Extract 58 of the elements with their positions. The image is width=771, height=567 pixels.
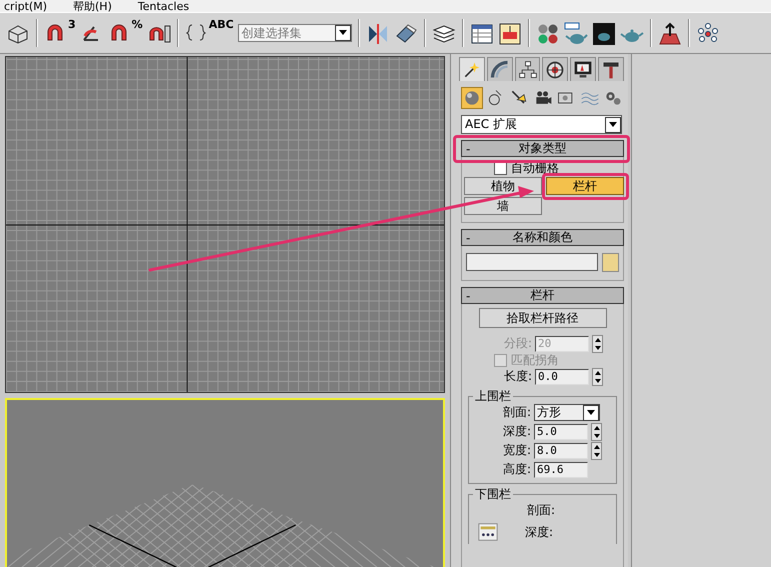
panel-tab[interactable]	[542, 57, 568, 81]
table-icon	[470, 22, 494, 46]
caret-icon	[609, 122, 617, 128]
menu-item[interactable]: Tentacles	[138, 2, 190, 12]
spinner[interactable]	[592, 334, 603, 352]
menu-item[interactable]: 帮助(H)	[73, 2, 112, 12]
name-field[interactable]	[466, 253, 598, 271]
rollout-header[interactable]: - 栏杆	[461, 287, 624, 304]
caret-icon	[587, 410, 595, 416]
field-label: 深度:	[502, 423, 531, 440]
caret-icon	[338, 30, 347, 36]
menu-item[interactable]: cript(M)	[4, 2, 47, 12]
field-label: 宽度:	[502, 442, 531, 459]
object-type-button[interactable]: 植物	[464, 177, 542, 195]
teapot-icon	[564, 22, 588, 46]
field-label: 分段:	[502, 335, 532, 352]
object-type-button[interactable]: 墙	[464, 197, 542, 215]
checkbox-label: 匹配拐角	[511, 352, 559, 368]
field-label: 剖面:	[526, 502, 555, 519]
hierarchy-icon	[518, 60, 538, 80]
selection-set-dropdown[interactable]: 创建选择集	[238, 24, 352, 42]
number-field[interactable]: 8.0	[534, 442, 588, 458]
toolbar-button[interactable]: ABC	[184, 19, 234, 47]
number-field[interactable]: 5.0	[534, 424, 588, 440]
panel-tab[interactable]	[514, 57, 540, 81]
spinner[interactable]	[592, 368, 603, 386]
railing-icon	[477, 521, 499, 543]
arc-icon	[490, 60, 510, 80]
rollout-header[interactable]: - 名称和颜色	[461, 229, 624, 246]
spinner[interactable]	[591, 442, 602, 460]
brick-arrow-icon	[658, 22, 682, 46]
monitor-icon	[573, 60, 594, 80]
rollout-header[interactable]: - 对象类型	[461, 140, 624, 157]
wheel-icon	[545, 60, 566, 80]
color-swatch[interactable]	[602, 253, 619, 272]
number-field[interactable]: 0.0	[535, 368, 589, 384]
perspective-viewport[interactable]	[5, 398, 445, 567]
group-title: 下围栏	[473, 487, 513, 501]
toolbar-button[interactable]: %	[108, 19, 143, 47]
field-label: 长度:	[502, 368, 532, 385]
category-dropdown[interactable]: AEC 扩展	[461, 115, 622, 134]
spinner[interactable]	[591, 422, 602, 440]
object-type-button[interactable]: 栏杆	[546, 177, 624, 195]
hammer-icon	[601, 60, 622, 80]
panel-tab[interactable]	[598, 57, 624, 81]
pick-path-button[interactable]: 拾取栏杆路径	[478, 308, 606, 328]
teapot-icon	[592, 22, 616, 46]
spheres-icon	[536, 22, 560, 46]
panel-tab[interactable]	[570, 57, 596, 81]
curve-editor-icon	[498, 22, 522, 46]
number-field[interactable]: 69.6	[534, 462, 588, 478]
field-label: 剖面:	[502, 404, 531, 421]
checkbox-label: 自动栅格	[511, 160, 559, 176]
profile-dropdown[interactable]: 方形	[534, 404, 600, 421]
toolbar-button[interactable]: 3	[44, 19, 76, 47]
field-label: 高度:	[502, 461, 531, 478]
field-label: 深度:	[524, 524, 553, 540]
group-title: 上围栏	[473, 389, 513, 403]
